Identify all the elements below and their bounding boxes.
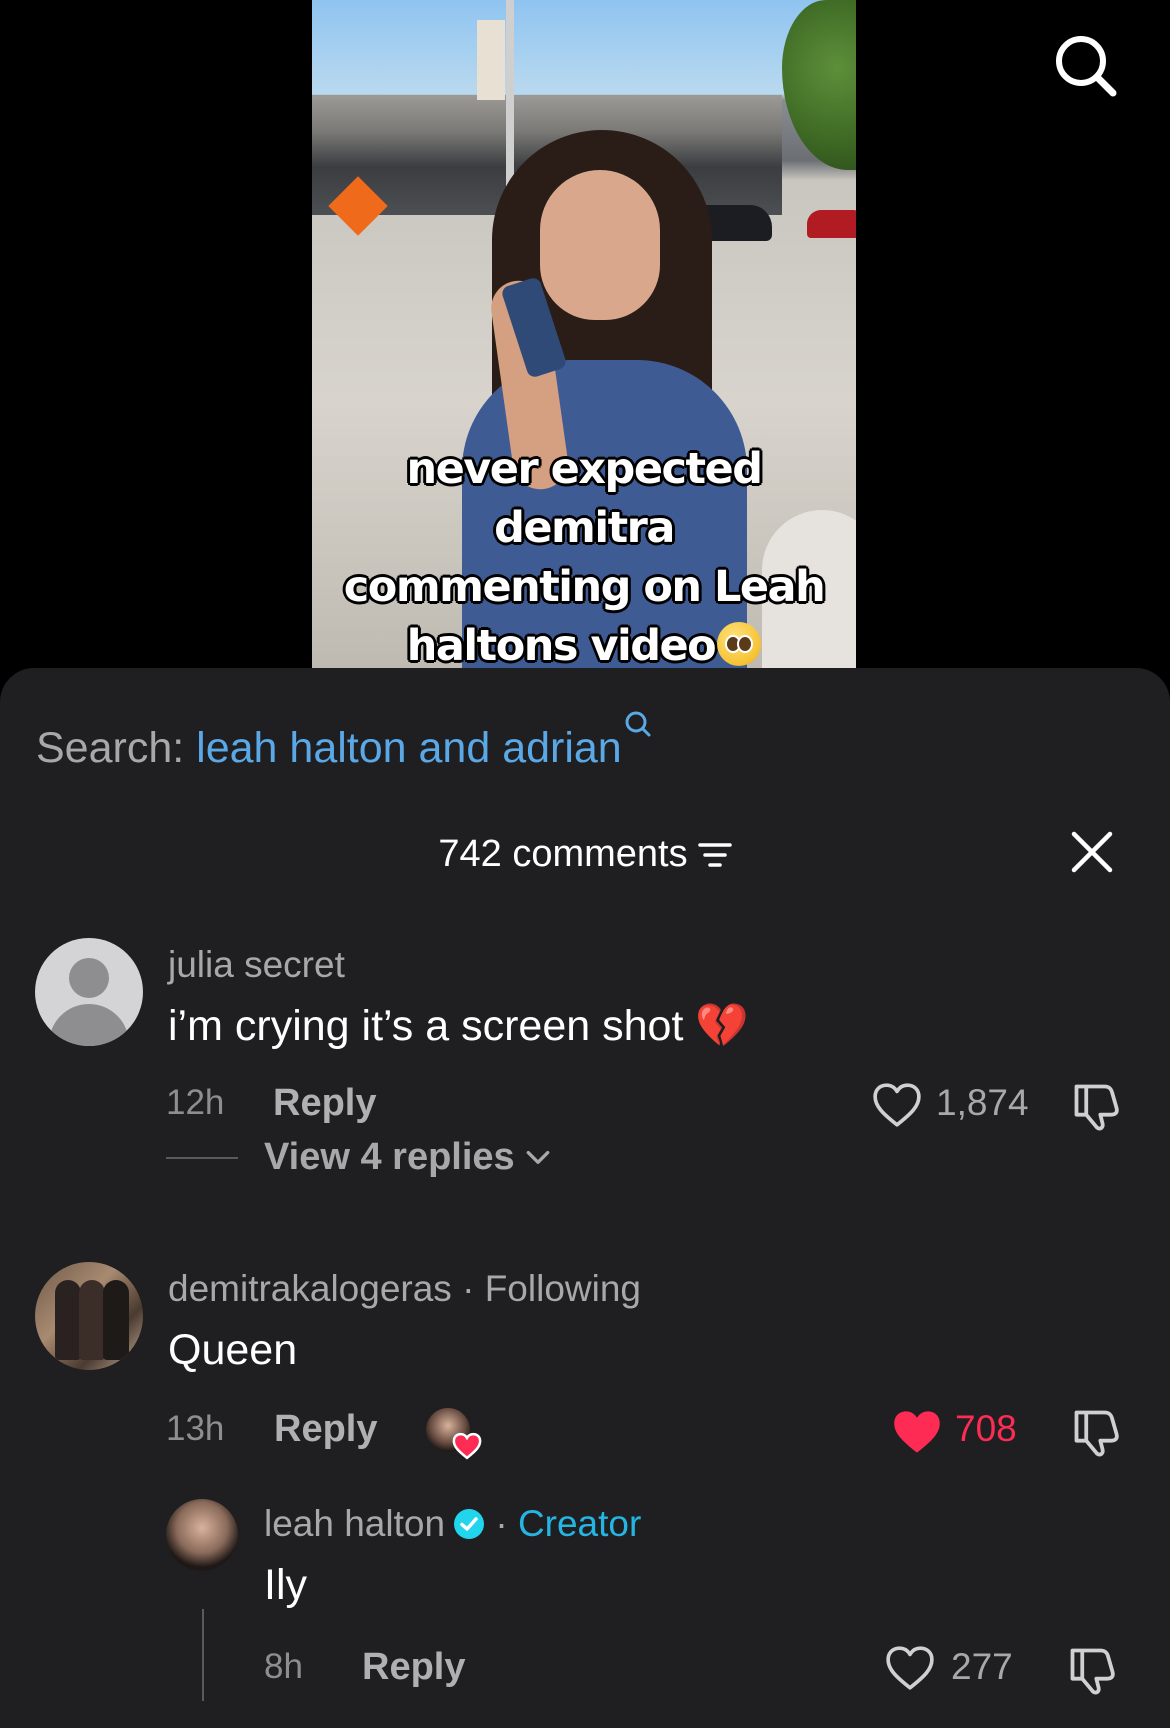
comments-sheet: Search: leah halton and adrian 742 comme…: [0, 668, 1170, 1728]
search-icon[interactable]: [1050, 30, 1120, 100]
comment-text: Queen: [168, 1326, 298, 1374]
dislike-icon[interactable]: [1070, 1406, 1122, 1458]
replies-divider: [166, 1157, 238, 1159]
reply-button[interactable]: Reply: [274, 1404, 377, 1454]
video-caption: never expected demitra commenting on Lea…: [312, 440, 856, 676]
pleading-face-icon: [717, 622, 762, 666]
chevron-down-icon: [526, 1150, 550, 1164]
like-count: 277: [951, 1646, 1013, 1687]
sort-filter-icon[interactable]: [697, 840, 732, 870]
dislike-icon[interactable]: [1070, 1080, 1122, 1132]
video-player[interactable]: never expected demitra commenting on Lea…: [0, 0, 1170, 671]
avatar[interactable]: [35, 1262, 143, 1370]
comment-username[interactable]: demitrakalogeras: [168, 1268, 452, 1309]
reply-text: Ily: [264, 1561, 307, 1609]
like-count: 708: [955, 1408, 1017, 1449]
creator-tag: Creator: [517, 1503, 642, 1544]
following-tag: Following: [484, 1268, 641, 1309]
heart-icon[interactable]: [885, 1645, 935, 1691]
verified-badge-icon: [454, 1509, 485, 1539]
reply-button[interactable]: Reply: [273, 1078, 376, 1128]
close-icon[interactable]: [1068, 828, 1116, 876]
comment-text: i’m crying it’s a screen shot 💔: [168, 1002, 749, 1050]
like-count: 1,874: [936, 1082, 1029, 1123]
heart-filled-icon: [452, 1432, 482, 1460]
search-label: Search:: [36, 724, 185, 772]
comments-count: 742 comments: [438, 833, 688, 875]
background-sign: [477, 20, 505, 100]
comment-username-line: demitrakalogeras · Following: [168, 1268, 641, 1309]
background-tree: [782, 0, 856, 170]
search-icon: [625, 711, 651, 737]
reply-username[interactable]: leah halton: [264, 1503, 445, 1544]
caption-line: commenting on Leah: [343, 562, 826, 612]
reply-time: 8h: [264, 1647, 303, 1686]
reply-username-line: leah halton · Creator: [264, 1503, 642, 1544]
avatar[interactable]: [166, 1499, 238, 1571]
search-query-link[interactable]: leah halton and adrian: [196, 724, 622, 772]
dislike-icon[interactable]: [1066, 1644, 1118, 1696]
reply-button[interactable]: Reply: [362, 1642, 465, 1692]
heart-filled-icon[interactable]: [891, 1408, 943, 1456]
avatar[interactable]: [35, 938, 143, 1046]
search-suggestion[interactable]: Search: leah halton and adrian: [36, 710, 652, 778]
background-car: [807, 210, 856, 238]
view-replies-button[interactable]: View 4 replies: [264, 1132, 551, 1182]
heart-icon[interactable]: [872, 1082, 922, 1128]
comments-count-header: 742 comments: [0, 826, 1170, 882]
comment-time: 12h: [166, 1083, 225, 1122]
comment-username[interactable]: julia secret: [168, 940, 345, 990]
thread-line: [202, 1609, 204, 1701]
caption-line: never expected demitra: [406, 444, 763, 553]
comment-time: 13h: [166, 1409, 225, 1448]
